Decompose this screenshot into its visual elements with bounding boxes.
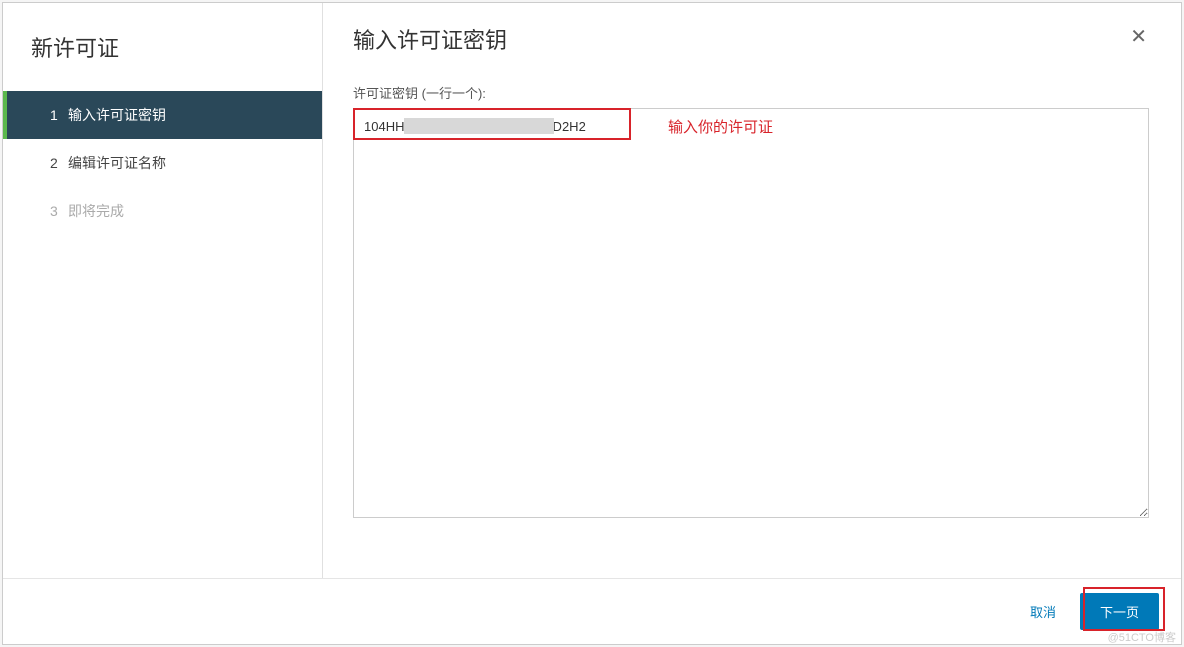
cancel-button[interactable]: 取消 bbox=[1024, 594, 1062, 629]
dialog-footer: 取消 下一页 bbox=[3, 578, 1181, 644]
step-number: 3 bbox=[50, 203, 68, 219]
dialog-body: 新许可证 1 输入许可证密钥 2 编辑许可证名称 3 即将完成 输入许可证密钥 bbox=[3, 3, 1181, 578]
close-icon: ✕ bbox=[1130, 26, 1147, 48]
next-button[interactable]: 下一页 bbox=[1080, 593, 1159, 630]
sidebar-title: 新许可证 bbox=[3, 23, 322, 91]
step-label: 编辑许可证名称 bbox=[68, 153, 166, 173]
page-title: 输入许可证密钥 bbox=[353, 23, 507, 55]
close-button[interactable]: ✕ bbox=[1126, 23, 1151, 51]
step-label: 即将完成 bbox=[68, 201, 124, 221]
main-header: 输入许可证密钥 ✕ bbox=[353, 23, 1151, 55]
textarea-wrapper: 输入你的许可证 bbox=[353, 108, 1151, 523]
step-almost-done: 3 即将完成 bbox=[6, 187, 322, 235]
step-number: 2 bbox=[50, 155, 68, 171]
step-label: 输入许可证密钥 bbox=[68, 105, 166, 125]
license-key-textarea[interactable] bbox=[353, 108, 1149, 518]
step-number: 1 bbox=[50, 107, 68, 123]
wizard-steps: 1 输入许可证密钥 2 编辑许可证名称 3 即将完成 bbox=[3, 91, 322, 235]
new-license-dialog: 新许可证 1 输入许可证密钥 2 编辑许可证名称 3 即将完成 输入许可证密钥 bbox=[2, 2, 1182, 645]
wizard-main: 输入许可证密钥 ✕ 许可证密钥 (一行一个): 输入你的许可证 bbox=[323, 3, 1181, 578]
annotation-text: 输入你的许可证 bbox=[668, 116, 773, 137]
step-edit-license-name[interactable]: 2 编辑许可证名称 bbox=[6, 139, 322, 187]
wizard-sidebar: 新许可证 1 输入许可证密钥 2 编辑许可证名称 3 即将完成 bbox=[3, 3, 323, 578]
license-key-label: 许可证密钥 (一行一个): bbox=[353, 83, 1151, 102]
step-enter-license-key[interactable]: 1 输入许可证密钥 bbox=[6, 91, 322, 139]
